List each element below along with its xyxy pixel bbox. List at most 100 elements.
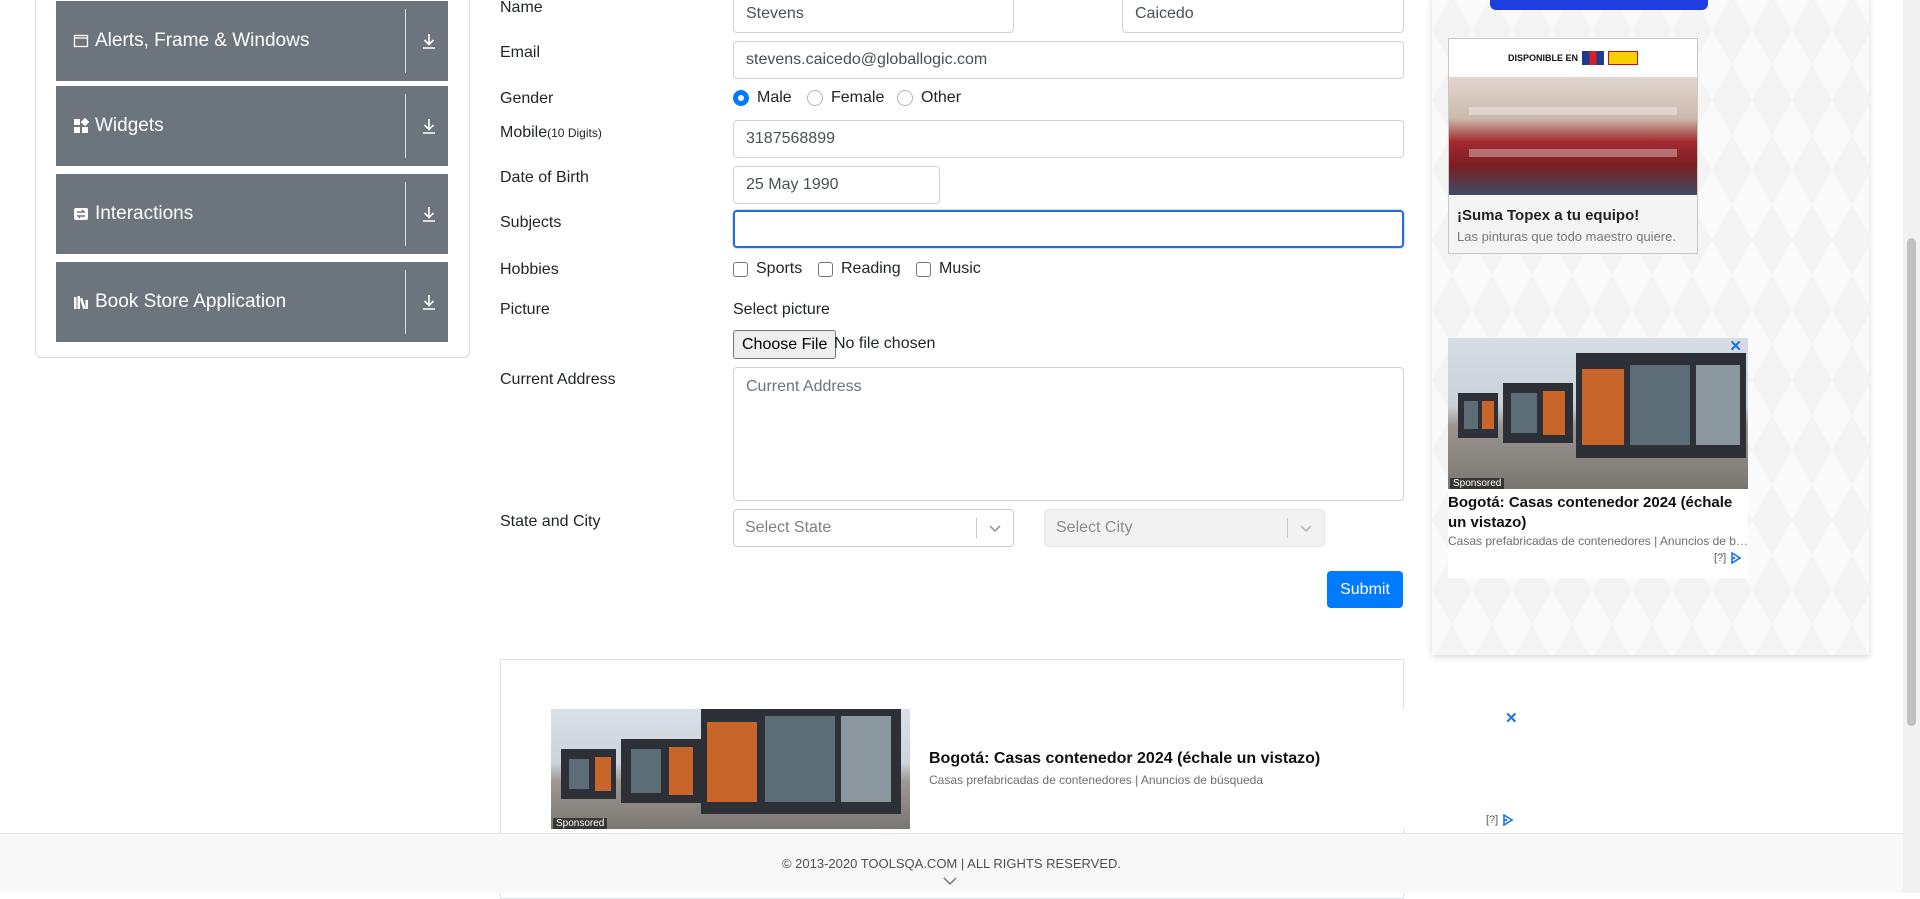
gender-radio-other[interactable]: Other <box>897 89 961 107</box>
ad-title[interactable]: Bogotá: Casas contenedor 2024 (échale un… <box>1448 493 1748 533</box>
hobby-checkbox-reading[interactable]: Reading <box>818 260 901 278</box>
sidebar-group-book-store[interactable]: Book Store Application <box>56 262 448 342</box>
sidebar-group-interactions[interactable]: Interactions <box>56 174 448 254</box>
adchoices-icon <box>1503 814 1514 826</box>
city-placeholder: Select City <box>1056 519 1133 536</box>
ad-info-text: [?] <box>1486 814 1499 826</box>
divider <box>405 270 406 334</box>
sidebar-panel: Alerts, Frame & Windows Widgets Interact… <box>35 0 470 358</box>
gender-radio-female[interactable]: Female <box>807 89 884 107</box>
sidebar-group-widgets[interactable]: Widgets <box>56 86 448 166</box>
hobby-checkbox-music[interactable]: Music <box>916 260 981 278</box>
radio-label: Female <box>831 89 885 106</box>
choose-file-button[interactable]: Choose File <box>733 330 837 359</box>
ad-title[interactable]: Bogotá: Casas contenedor 2024 (échale un… <box>929 750 1320 768</box>
chevron-down-icon[interactable] <box>1298 520 1314 536</box>
ad-brand-text: DISPONIBLE EN <box>1507 53 1578 63</box>
checkbox-label: Music <box>939 260 981 277</box>
city-select[interactable]: Select City <box>1044 509 1325 547</box>
ad-info-text: [?] <box>1714 552 1727 564</box>
chevron-down-icon[interactable] <box>987 520 1003 536</box>
radio-label: Male <box>757 89 792 106</box>
copyright-text: © 2013-2020 TOOLSQA.COM | ALL RIGHTS RES… <box>781 856 1122 871</box>
sponsored-label: Sponsored <box>1450 478 1505 489</box>
gender-label: Gender <box>500 90 554 107</box>
divider <box>405 94 406 158</box>
download-icon[interactable] <box>418 291 440 313</box>
widgets-icon <box>74 118 89 133</box>
homecenter-logo <box>1582 51 1604 65</box>
last-name-input[interactable] <box>1122 0 1404 33</box>
dob-label: Date of Birth <box>500 169 589 186</box>
ad-title[interactable]: ¡Suma Topex a tu equipo! <box>1457 207 1639 224</box>
side-container-ad[interactable]: Sponsored ✕ Bogotá: Casas contenedor 202… <box>1448 338 1748 578</box>
ad-description: Las pinturas que todo maestro quiere. <box>1457 229 1676 244</box>
checkbox-label: Reading <box>841 260 901 277</box>
chevron-down-icon[interactable] <box>943 876 957 886</box>
no-file-text: No file chosen <box>834 335 936 352</box>
gender-radio-male[interactable]: Male <box>733 89 792 107</box>
container-house-image: Sponsored <box>551 709 910 829</box>
sidebar-group-label: Alerts, Frame & Windows <box>95 30 310 51</box>
paint-products-image <box>1449 77 1697 195</box>
books-icon <box>74 296 88 310</box>
email-field[interactable] <box>733 41 1404 79</box>
page-scrollbar[interactable] <box>1903 0 1920 893</box>
adchoices-icon <box>1731 552 1742 564</box>
divider <box>405 9 406 73</box>
mobile-label: Mobile(10 Digits) <box>500 124 602 141</box>
divider <box>976 518 977 538</box>
select-picture-label: Select picture <box>733 301 830 318</box>
checkbox[interactable] <box>916 261 931 277</box>
ad-brand-bar: DISPONIBLE EN <box>1449 39 1697 77</box>
subjects-label: Subjects <box>500 214 562 231</box>
current-address-label: Current Address <box>500 371 616 388</box>
download-icon[interactable] <box>418 30 440 52</box>
ad-choices[interactable]: [?] <box>1714 552 1742 564</box>
maestro-logo <box>1608 51 1638 65</box>
ad-button-top[interactable] <box>1490 0 1708 10</box>
submit-button[interactable]: Submit <box>1327 571 1403 608</box>
current-address-textarea[interactable] <box>733 367 1404 501</box>
radio-button[interactable] <box>807 90 823 106</box>
bottom-container-ad[interactable]: Sponsored Bogotá: Casas contenedor 2024 … <box>551 709 1521 829</box>
container-house-image: Sponsored ✕ <box>1448 338 1748 489</box>
sidebar-group-alerts[interactable]: Alerts, Frame & Windows <box>56 1 448 81</box>
window-icon <box>73 34 89 48</box>
close-icon[interactable]: ✕ <box>1505 709 1518 727</box>
sidebar-group-label: Interactions <box>95 203 194 224</box>
sidebar-group-label: Book Store Application <box>95 291 287 312</box>
ad-choices[interactable]: [?] <box>1486 814 1514 826</box>
date-of-birth-input[interactable] <box>733 166 940 204</box>
download-icon[interactable] <box>418 203 440 225</box>
sponsored-label: Sponsored <box>553 818 608 829</box>
checkbox[interactable] <box>733 261 748 277</box>
download-icon[interactable] <box>418 115 440 137</box>
state-select[interactable]: Select State <box>733 509 1014 547</box>
hobby-checkbox-sports[interactable]: Sports <box>733 260 802 278</box>
divider <box>1287 518 1288 538</box>
footer: © 2013-2020 TOOLSQA.COM | ALL RIGHTS RES… <box>0 833 1903 893</box>
picture-label: Picture <box>500 301 550 318</box>
first-name-input[interactable] <box>733 0 1014 33</box>
subjects-input[interactable] <box>733 210 1404 248</box>
checkbox-label: Sports <box>756 260 803 277</box>
topex-ad[interactable]: DISPONIBLE EN ¡Suma Topex a tu equipo! L… <box>1448 38 1698 254</box>
ad-description: Casas prefabricadas de contenedores | An… <box>929 773 1264 787</box>
interactions-icon <box>74 208 88 220</box>
state-city-label: State and City <box>500 513 601 530</box>
checkbox[interactable] <box>818 261 833 277</box>
divider <box>405 182 406 246</box>
scrollbar-thumb[interactable] <box>1907 238 1916 726</box>
radio-button[interactable] <box>733 90 749 106</box>
radio-label: Other <box>921 89 962 106</box>
hobbies-label: Hobbies <box>500 261 559 278</box>
radio-button[interactable] <box>897 90 913 106</box>
close-icon[interactable]: ✕ <box>1729 338 1742 355</box>
state-placeholder: Select State <box>745 519 832 536</box>
email-label: Email <box>500 44 541 61</box>
name-label: Name <box>500 0 543 16</box>
ad-description: Casas prefabricadas de contenedores | An… <box>1448 534 1748 548</box>
mobile-field[interactable] <box>733 120 1404 158</box>
sidebar-group-label: Widgets <box>95 115 164 136</box>
